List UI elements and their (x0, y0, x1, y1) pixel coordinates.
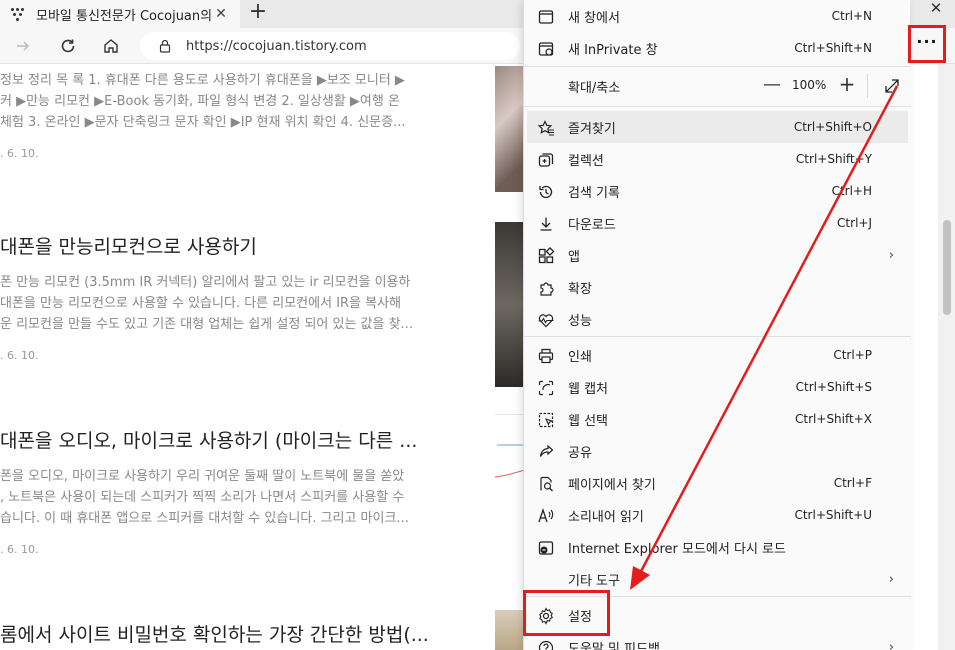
settings-highlight-box (523, 590, 610, 636)
browser-tab[interactable]: 모바일 통신전문가 Cocojuan의 : (0, 0, 240, 28)
menu-item-history[interactable]: 검색 기록 Ctrl+H (527, 175, 908, 207)
menu-item-zoom: 확대/축소 — 100% + (527, 70, 908, 102)
zoom-level: 100% (792, 78, 827, 92)
read-aloud-icon (538, 507, 554, 523)
article-date: . 6. 10. (0, 543, 39, 556)
article-thumbnail[interactable] (494, 414, 526, 586)
window-close-icon[interactable]: ✕ (925, 0, 947, 18)
page-scrollbar-thumb[interactable] (943, 220, 951, 315)
web-select-icon (538, 412, 554, 428)
tab-close-icon[interactable]: ✕ (212, 5, 230, 23)
menu-item-ie-mode[interactable]: Internet Explorer 모드에서 다시 로드 (527, 531, 908, 563)
menu-item-print[interactable]: 인쇄 Ctrl+P (527, 339, 908, 371)
favorites-icon (537, 120, 554, 136)
forward-icon[interactable] (10, 33, 36, 59)
tab-title: 모바일 통신전문가 Cocojuan의 : (36, 8, 216, 24)
window-icon (538, 10, 554, 24)
site-favicon-icon (10, 6, 26, 22)
menu-item-find[interactable]: 페이지에서 찾기 Ctrl+F (527, 467, 908, 499)
refresh-icon[interactable] (55, 33, 81, 59)
fullscreen-icon[interactable] (883, 77, 901, 95)
article-excerpt: 폰을 오디오, 마이크로 사용하기 우리 귀여운 둘째 딸이 노트북에 물을 쏟… (0, 469, 409, 526)
screenshot-root: 모바일 통신전문가 Cocojuan의 : ✕ + ✕ https://coco… (0, 0, 955, 650)
article-title[interactable]: 대폰을 만능리모컨으로 사용하기 (0, 232, 480, 258)
menu-item-collections[interactable]: 컬렉션 Ctrl+Shift+Y (527, 143, 908, 175)
article-excerpt: 폰 만능 리모컨 (3.5mm IR 커넥터) 알리에서 팔고 있는 ir 리모… (0, 275, 413, 332)
article-title[interactable]: 롬에서 사이트 비밀번호 확인하는 가장 간단한 방법(... (0, 620, 480, 646)
article-date: . 6. 10. (0, 147, 39, 160)
download-icon (540, 217, 552, 231)
new-tab-icon[interactable]: + (246, 1, 270, 25)
share-icon (539, 444, 554, 457)
chevron-right-icon: › (888, 639, 894, 650)
ie-icon (538, 541, 554, 555)
article-thumbnail[interactable] (495, 66, 525, 192)
history-icon (539, 185, 553, 199)
lock-icon (159, 39, 171, 53)
print-icon (538, 348, 554, 364)
article-excerpt: 정보 정리 목 록 1. 휴대폰 다른 용도로 사용하기 휴대폰을 ▶보조 모니… (0, 73, 406, 130)
article-date: . 6. 10. (0, 349, 39, 362)
menu-item-favorites[interactable]: 즐겨찾기 Ctrl+Shift+O (527, 111, 908, 143)
address-url: https://cocojuan.tistory.com (186, 38, 367, 54)
chevron-right-icon: › (888, 247, 894, 263)
article-thumbnail[interactable] (495, 610, 525, 650)
more-dots-icon: ··· (916, 31, 938, 51)
address-bar[interactable]: https://cocojuan.tistory.com (140, 32, 520, 60)
help-icon (538, 640, 554, 650)
article-item[interactable]: 롬에서 사이트 비밀번호 확인하는 가장 간단한 방법(... (0, 620, 480, 650)
menu-item-new-inprivate[interactable]: 새 InPrivate 창 Ctrl+Shift+N (527, 32, 908, 64)
home-icon[interactable] (98, 33, 124, 59)
menu-item-apps[interactable]: 앱 › (527, 239, 908, 271)
extensions-icon (540, 282, 554, 296)
performance-icon (538, 314, 554, 328)
menu-item-downloads[interactable]: 다운로드 Ctrl+J (527, 207, 908, 239)
chevron-right-icon: › (888, 571, 894, 587)
zoom-out-button[interactable]: — (763, 74, 781, 98)
find-icon (540, 476, 553, 492)
menu-item-new-window[interactable]: 새 창에서 Ctrl+N (527, 0, 908, 32)
article-item[interactable]: 대폰을 오디오, 마이크로 사용하기 (마이크는 다른 ... 폰을 오디오, … (0, 426, 480, 556)
settings-and-more-button[interactable]: ··· (908, 25, 946, 63)
article-title[interactable]: 대폰을 오디오, 마이크로 사용하기 (마이크는 다른 ... (0, 426, 480, 452)
menu-item-web-capture[interactable]: 웹 캡처 Ctrl+Shift+S (527, 371, 908, 403)
article-item[interactable]: 정보 정리 목 록 1. 휴대폰 다른 용도로 사용하기 휴대폰을 ▶보조 모니… (0, 70, 480, 160)
menu-item-read-aloud[interactable]: 소리내어 읽기 Ctrl+Shift+U (527, 499, 908, 531)
menu-item-performance[interactable]: 성능 (527, 303, 908, 335)
article-item[interactable]: 대폰을 만능리모컨으로 사용하기 폰 만능 리모컨 (3.5mm IR 커넥터)… (0, 232, 480, 362)
page-scrollbar[interactable] (938, 64, 955, 650)
menu-item-share[interactable]: 공유 (527, 435, 908, 467)
apps-icon (538, 247, 555, 264)
article-thumbnail[interactable] (495, 222, 525, 387)
web-capture-icon (538, 380, 554, 396)
menu-item-web-select[interactable]: 웹 선택 Ctrl+Shift+X (527, 403, 908, 435)
zoom-in-button[interactable]: + (838, 72, 856, 96)
inprivate-icon (538, 42, 554, 56)
collections-icon (538, 153, 554, 167)
settings-and-more-menu: 새 창에서 Ctrl+N 새 InPrivate 창 Ctrl+Shift+N … (523, 0, 911, 650)
menu-item-extensions[interactable]: 확장 (527, 271, 908, 303)
